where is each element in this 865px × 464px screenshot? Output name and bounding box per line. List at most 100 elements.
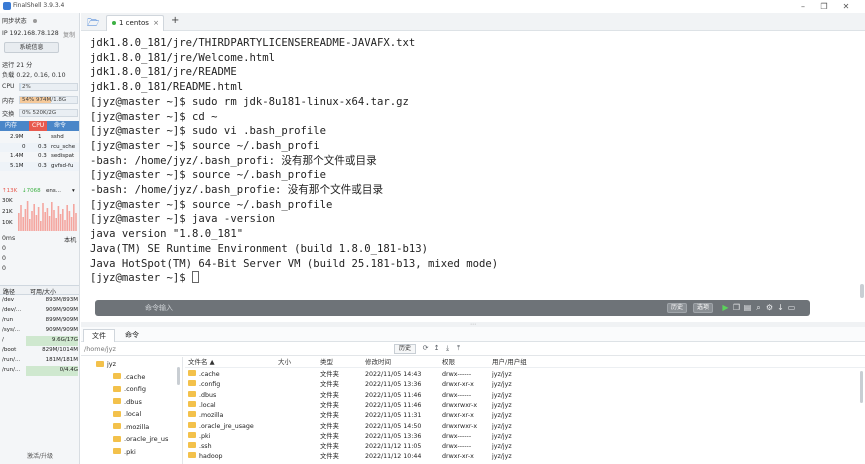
tree-scrollbar[interactable]: [177, 367, 180, 385]
gear-icon[interactable]: ⚙: [765, 303, 774, 312]
process-row[interactable]: 5.1M 0.3 gvfsd-fu: [0, 161, 79, 171]
copy-icon[interactable]: ❐: [732, 303, 741, 312]
refresh-icon[interactable]: ⟳: [421, 344, 430, 353]
tab-session-centos[interactable]: 1 centos ×: [106, 15, 164, 31]
tree-item[interactable]: .cache: [113, 371, 145, 383]
tab-cpu[interactable]: CPU: [29, 121, 48, 131]
network-bar: [53, 210, 55, 231]
latency: 0ms: [2, 235, 16, 242]
terminal-scrollbar[interactable]: [860, 284, 864, 298]
column-size[interactable]: 大小: [278, 357, 291, 368]
tab-command[interactable]: 命令: [51, 121, 69, 131]
process-row[interactable]: 0 0.3 rcu_sche: [0, 142, 79, 152]
system-info-button[interactable]: 系统信息: [4, 42, 59, 53]
upload-file-icon[interactable]: ⤒: [454, 344, 463, 353]
network-bar: [64, 220, 66, 231]
column-modified[interactable]: 修改时间: [365, 357, 391, 368]
download-icon[interactable]: ↓: [776, 303, 785, 312]
file-row[interactable]: .ssh 文件夹 2022/11/12 11:05 drwx------ jyz/jyz: [185, 442, 865, 452]
network-bar: [75, 213, 77, 231]
tab-memory[interactable]: 内存: [2, 121, 20, 131]
terminal-line: -bash: /home/jyz/.bash_profi: 没有那个文件或目录: [90, 154, 498, 169]
tree-item-root[interactable]: jyz: [96, 358, 116, 370]
file-row[interactable]: .dbus 文件夹 2022/11/05 11:46 drwx------ jyz/jy…: [185, 390, 865, 401]
folder-icon: [113, 398, 121, 404]
file-type: 文件夹: [320, 412, 339, 420]
tree-item[interactable]: .dbus: [113, 396, 142, 408]
network-bar: [51, 202, 53, 231]
maximize-button[interactable]: ❐: [818, 1, 830, 12]
current-path[interactable]: /home/jyz: [84, 345, 116, 353]
terminal[interactable]: jdk1.8.0_181/jre/THIRDPARTYLICENSEREADME…: [81, 32, 865, 322]
network-bar: [73, 204, 75, 231]
folder-icon: [113, 448, 121, 454]
download-file-icon[interactable]: ⤓: [443, 344, 452, 353]
process-mem: 0: [22, 143, 26, 150]
file-row[interactable]: .local 文件夹 2022/11/05 11:46 drwxrwxr-x jyz/j…: [185, 400, 865, 411]
file-name: hadoop: [199, 453, 223, 461]
tree-item[interactable]: .mozilla: [113, 421, 149, 433]
minimize-button[interactable]: –: [797, 1, 809, 12]
close-button[interactable]: ✕: [840, 1, 852, 12]
file-type: 文件夹: [320, 432, 339, 440]
cpu-value: 2%: [22, 84, 31, 90]
file-row[interactable]: .mozilla 文件夹 2022/11/05 11:31 drwxr-xr-x jyz…: [185, 411, 865, 421]
net-download: ↓7068: [22, 188, 41, 194]
file-row[interactable]: .cache 文件夹 2022/11/05 14:43 drwx------ jyz/j…: [185, 370, 865, 380]
copy-ip-link[interactable]: 复制: [63, 30, 75, 39]
column-owner[interactable]: 用户/用户组: [492, 357, 527, 368]
disk-usage: 893M/893M: [45, 297, 78, 303]
window-icon[interactable]: ▭: [787, 303, 796, 312]
process-cmd: rcu_sche: [51, 143, 76, 150]
cpu-meter: 2%: [19, 83, 78, 91]
folder-open-icon[interactable]: 🗁: [87, 16, 99, 33]
file-name: .local: [199, 401, 216, 409]
paste-icon[interactable]: ▤: [743, 303, 752, 312]
bottom-tab-strip: 文件 命令: [81, 327, 865, 342]
tree-item[interactable]: .pki: [113, 446, 136, 458]
file-row[interactable]: .pki 文件夹 2022/11/05 13:36 drwx------ jyz/jyz: [185, 431, 865, 442]
process-row[interactable]: 1.4M 0.3 sedispat: [0, 152, 79, 161]
network-bar: [70, 217, 73, 231]
file-mtime: 2022/11/05 13:36: [365, 381, 422, 389]
chevron-down-icon[interactable]: ▾: [72, 188, 75, 194]
process-cpu: 0.3: [38, 143, 47, 150]
terminal-line-text: -bash: /home/jyz/.bash_profie: 没有那个文件或目录: [90, 184, 384, 197]
tree-item[interactable]: .config: [113, 383, 146, 395]
network-bar: [26, 201, 29, 231]
column-type[interactable]: 类型: [320, 357, 333, 368]
run-icon[interactable]: ▶: [721, 303, 730, 312]
file-row[interactable]: hadoop 文件夹 2022/11/12 10:44 drwxr-xr-x jyz/j…: [185, 452, 865, 462]
terminal-cursor: [192, 271, 200, 284]
process-cmd: sshd: [51, 134, 64, 140]
terminal-line-text: [jyz@master ~]$ java -version: [90, 213, 275, 226]
latency-host[interactable]: 本机: [64, 235, 76, 244]
column-name[interactable]: 文件名 ▲: [188, 357, 215, 368]
command-input-bar[interactable]: 命令输入 历史 选项 ▶ ❐ ▤ ⌕ ⚙ ↓ ▭: [95, 300, 810, 316]
search-icon[interactable]: ⌕: [754, 303, 763, 312]
file-owner: jyz/jyz: [492, 453, 512, 461]
activate-upgrade-link[interactable]: 激活/升级: [0, 451, 79, 460]
tab-files[interactable]: 文件: [83, 329, 115, 342]
options-button[interactable]: 选项: [693, 303, 714, 313]
process-mem: 1.4M: [10, 153, 24, 159]
tree-item[interactable]: .oracle_jre_us: [113, 433, 168, 445]
terminal-line-text: Java(TM) SE Runtime Environment (build 1…: [90, 242, 429, 255]
path-history-button[interactable]: 历史: [394, 344, 417, 354]
column-permissions[interactable]: 权限: [442, 357, 455, 368]
file-row[interactable]: .oracle_jre_usage 文件夹 2022/11/05 14:50 drwx…: [185, 421, 865, 432]
close-tab-icon[interactable]: ×: [153, 16, 159, 31]
process-row[interactable]: 2.9M 1 sshd: [0, 133, 79, 142]
folder-icon: [113, 410, 121, 417]
swap-label: 交换: [2, 111, 15, 118]
disk-path: /dev/...: [2, 307, 22, 313]
command-input[interactable]: 命令输入: [145, 303, 173, 313]
tab-commands[interactable]: 命令: [117, 329, 147, 342]
net-interface[interactable]: ens...: [46, 188, 61, 194]
new-tab-button[interactable]: +: [171, 15, 179, 26]
history-button[interactable]: 历史: [667, 303, 688, 313]
parent-dir-icon[interactable]: ↥: [432, 344, 441, 353]
tree-item[interactable]: .local: [113, 408, 141, 420]
disk-row: /sys/... 909M/909M: [0, 326, 79, 336]
file-row[interactable]: .config 文件夹 2022/11/05 13:36 drwxr-xr-x jyz/…: [185, 380, 865, 390]
